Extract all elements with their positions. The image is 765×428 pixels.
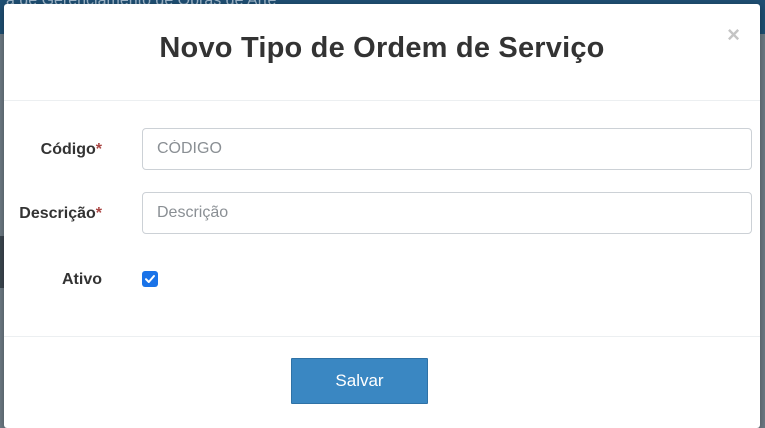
- codigo-label: Código*: [41, 128, 102, 172]
- codigo-input[interactable]: [142, 128, 752, 170]
- required-mark: *: [95, 141, 102, 158]
- ativo-label: Ativo: [62, 271, 102, 288]
- modal-header: Novo Tipo de Ordem de Serviço ×: [4, 4, 760, 101]
- descricao-row: Descrição*: [4, 192, 760, 236]
- ativo-checkbox[interactable]: [142, 271, 158, 287]
- required-mark: *: [95, 205, 102, 222]
- descricao-label: Descrição*: [19, 192, 102, 236]
- new-service-order-type-modal: Novo Tipo de Ordem de Serviço × Código* …: [4, 4, 760, 428]
- codigo-row: Código*: [4, 128, 760, 172]
- codigo-label-text: Código: [40, 141, 96, 158]
- close-icon[interactable]: ×: [727, 24, 740, 46]
- ativo-row: Ativo: [4, 258, 760, 302]
- descricao-input[interactable]: [142, 192, 752, 234]
- descricao-label-text: Descrição: [19, 205, 96, 222]
- checkmark-icon: [145, 275, 155, 283]
- modal-footer-divider: [4, 336, 760, 337]
- modal-title: Novo Tipo de Ordem de Serviço: [159, 32, 605, 64]
- save-button[interactable]: Salvar: [291, 358, 428, 404]
